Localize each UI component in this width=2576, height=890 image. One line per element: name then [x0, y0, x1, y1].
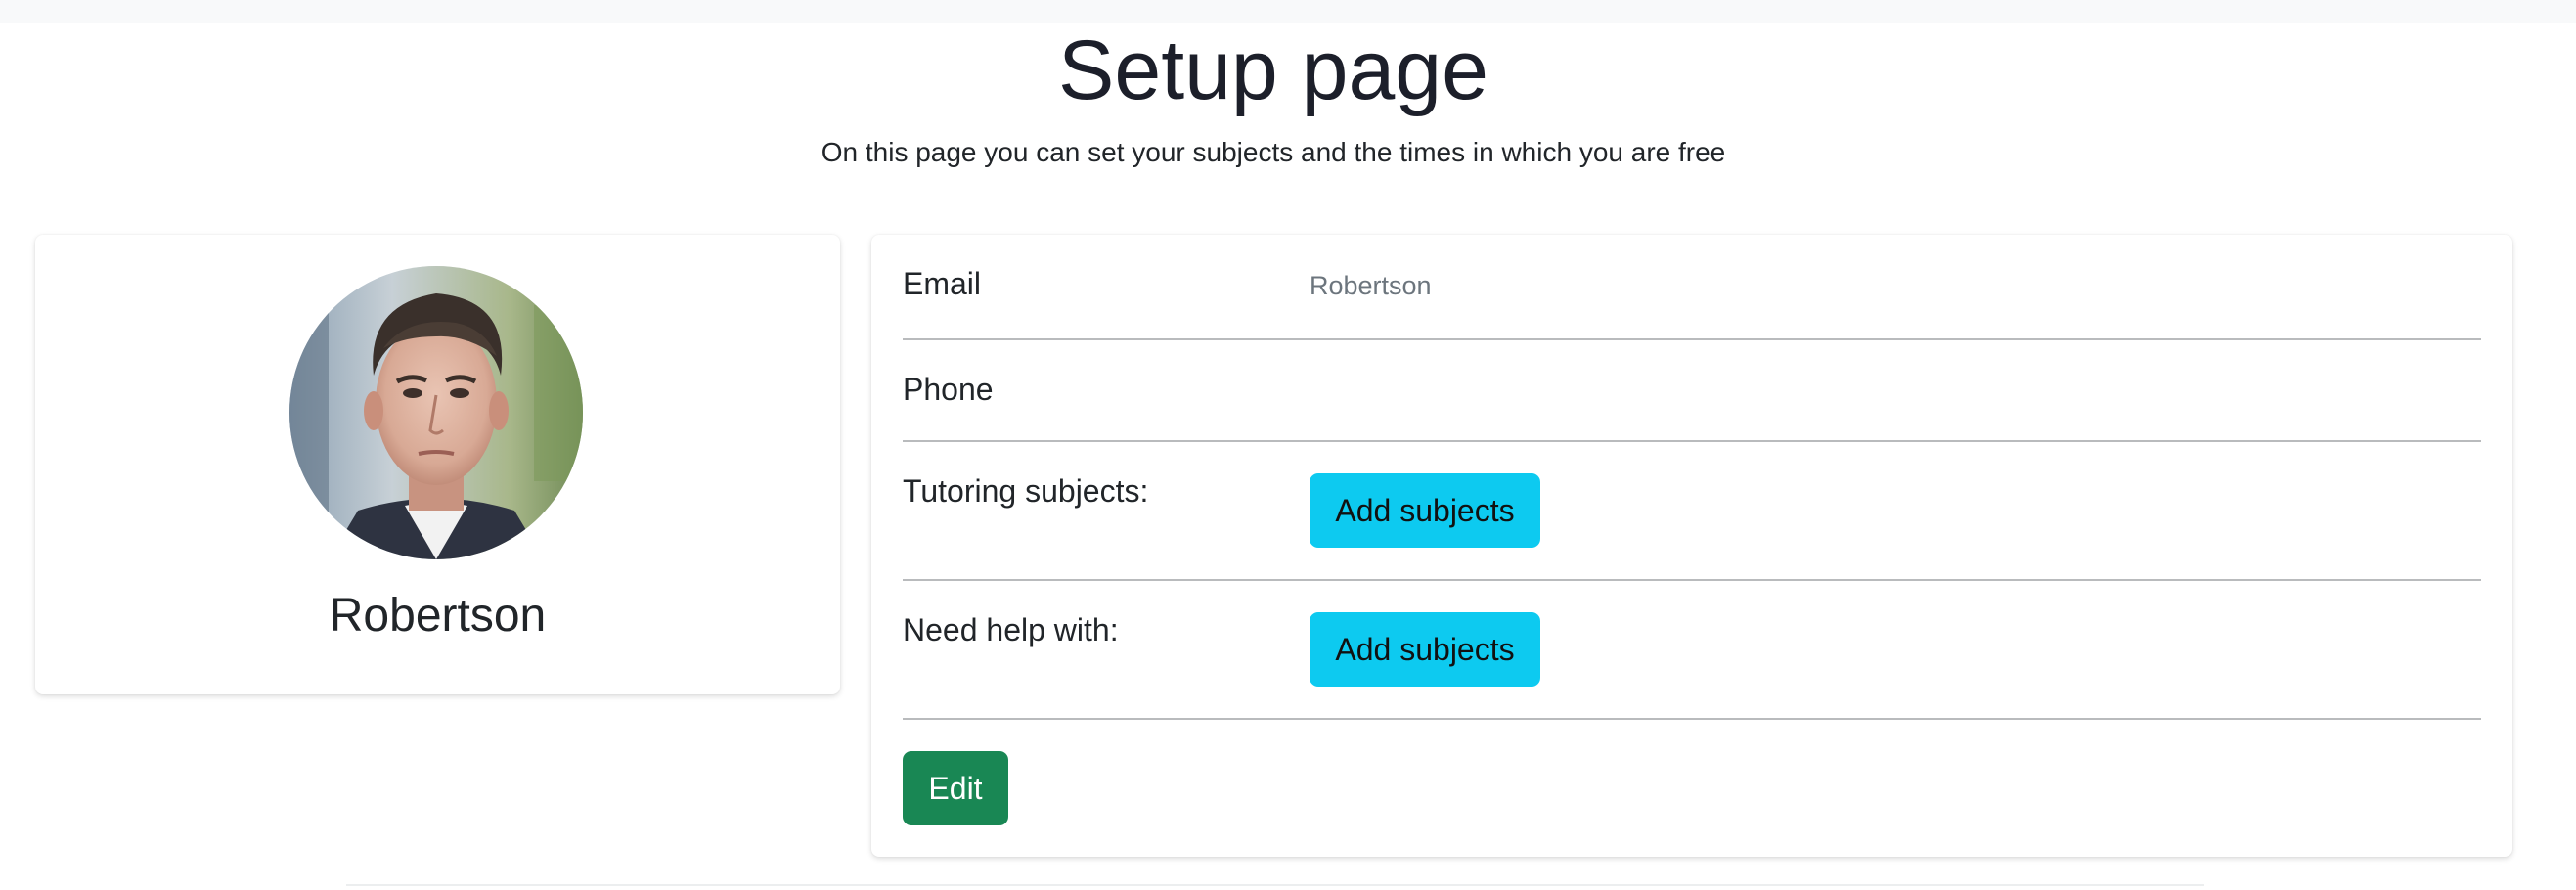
footer-divider — [346, 884, 2204, 886]
add-help-subjects-button[interactable]: Add subjects — [1310, 612, 1540, 687]
profile-card: Robertson — [35, 235, 840, 694]
tutoring-subjects-label: Tutoring subjects: — [903, 473, 1149, 509]
page-title: Setup page — [1058, 23, 1488, 117]
top-bar — [0, 0, 2576, 23]
email-label: Email — [903, 266, 982, 301]
email-value: Robertson — [1310, 271, 1432, 300]
phone-row: Phone — [903, 340, 2481, 442]
edit-button[interactable]: Edit — [903, 751, 1008, 825]
tutoring-subjects-row: Tutoring subjects: Add subjects — [903, 442, 2481, 581]
profile-details-card: Email Robertson Phone Tutoring subjects:… — [871, 235, 2512, 857]
need-help-label: Need help with: — [903, 612, 1119, 647]
page-subtitle: On this page you can set your subjects a… — [821, 137, 1726, 167]
phone-label: Phone — [903, 372, 994, 407]
need-help-row: Need help with: Add subjects — [903, 581, 2481, 720]
profile-avatar — [289, 266, 583, 559]
add-tutoring-subjects-button[interactable]: Add subjects — [1310, 473, 1540, 548]
email-row: Email Robertson — [903, 235, 2481, 340]
avatar-photo — [289, 266, 583, 559]
profile-name: Robertson — [329, 590, 547, 642]
